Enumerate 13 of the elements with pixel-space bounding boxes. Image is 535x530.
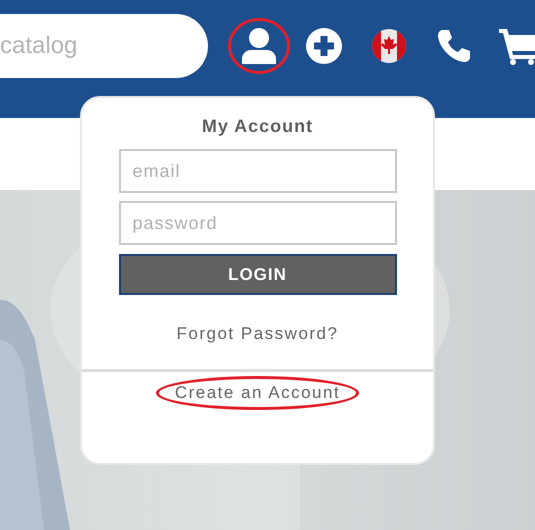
- email-field[interactable]: email: [118, 149, 396, 193]
- search-field[interactable]: catalog: [0, 14, 208, 78]
- forgot-password-link[interactable]: Forgot Password?: [158, 317, 358, 351]
- password-field[interactable]: password: [118, 201, 396, 245]
- menu-title: My Account: [202, 116, 314, 137]
- flag-icon: [372, 29, 406, 63]
- account-button[interactable]: [228, 18, 290, 74]
- login-button[interactable]: LOGIN: [118, 254, 396, 295]
- user-icon: [240, 28, 278, 64]
- cart-icon: [499, 27, 535, 65]
- create-account-link[interactable]: Create an Account: [156, 376, 360, 410]
- phone-icon: [436, 28, 472, 64]
- plus-icon: [306, 28, 342, 64]
